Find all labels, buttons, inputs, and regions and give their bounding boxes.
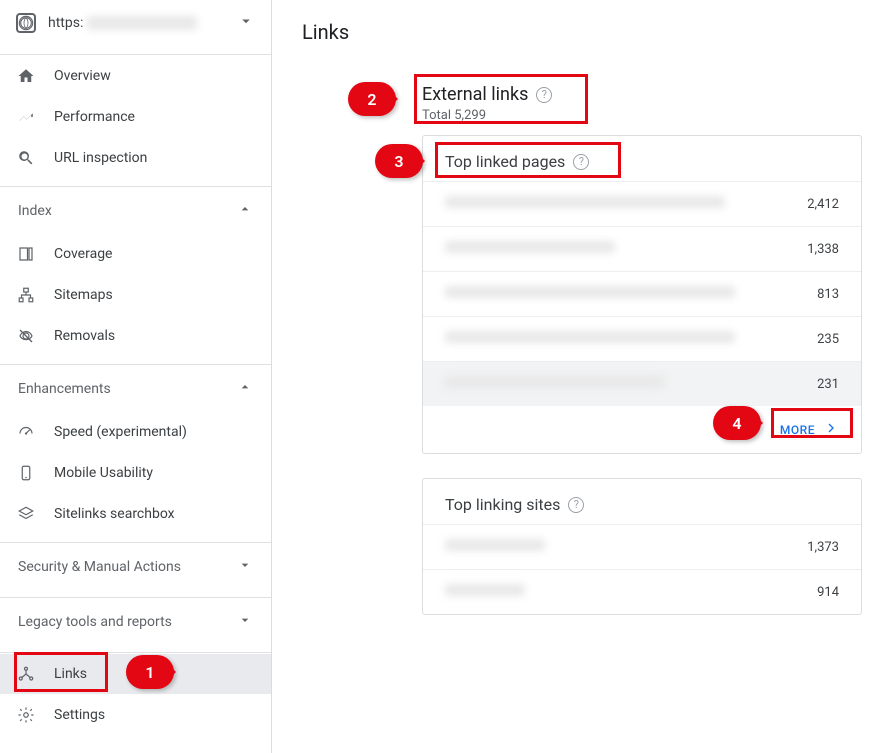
help-icon[interactable]: ?: [536, 87, 552, 103]
chevron-up-icon: [237, 201, 253, 221]
annotation-callout-2: 2: [348, 82, 396, 116]
chevron-down-icon: [237, 612, 253, 632]
sidebar-item-label: Removals: [54, 328, 115, 344]
group-header-index[interactable]: Index: [0, 187, 271, 233]
sidebar-item-coverage[interactable]: Coverage: [0, 234, 271, 274]
property-url: https:: [48, 15, 197, 31]
home-icon: [16, 66, 36, 86]
group-label: Security & Manual Actions: [18, 559, 181, 575]
top-linking-sites-card: Top linking sites ? 1,373 914: [422, 478, 862, 615]
property-selector[interactable]: https:: [0, 0, 271, 46]
linking-site-row[interactable]: 1,373: [423, 524, 861, 569]
group-label: Legacy tools and reports: [18, 614, 172, 630]
link-count: 813: [817, 287, 839, 302]
property-domain-blurred: [87, 16, 197, 30]
sidebar-item-performance[interactable]: Performance: [0, 97, 271, 137]
sidebar-item-label: Overview: [54, 68, 111, 84]
sidebar-item-label: Settings: [54, 707, 105, 723]
sidebar-item-overview[interactable]: Overview: [0, 56, 271, 96]
linked-page-row[interactable]: 235: [423, 316, 861, 361]
group-label: Enhancements: [18, 381, 111, 397]
property-icon: [16, 13, 36, 33]
gauge-icon: [16, 422, 36, 442]
external-links-title: External links: [422, 84, 528, 105]
sidebar-item-sitemaps[interactable]: Sitemaps: [0, 275, 271, 315]
external-links-total: Total 5,299: [422, 108, 870, 123]
linked-page-row[interactable]: 231: [423, 361, 861, 406]
link-count: 235: [817, 332, 839, 347]
sitemap-icon: [16, 285, 36, 305]
card-title: Top linking sites: [445, 495, 560, 514]
sidebar-item-speed[interactable]: Speed (experimental): [0, 412, 271, 452]
link-count: 1,373: [807, 540, 839, 555]
sidebar: https: Overview Performance URL inspecti…: [0, 0, 272, 753]
layers-icon: [16, 504, 36, 524]
sidebar-item-links[interactable]: Links: [0, 654, 271, 694]
dropdown-caret-icon: [237, 12, 255, 34]
sidebar-item-label: Sitemaps: [54, 287, 113, 303]
chevron-down-icon: [237, 557, 253, 577]
sidebar-item-label: Links: [54, 666, 87, 682]
links-icon: [16, 664, 36, 684]
linking-site-row[interactable]: 914: [423, 569, 861, 614]
sidebar-item-label: Speed (experimental): [54, 424, 187, 440]
annotation-callout-3: 3: [375, 144, 423, 178]
sidebar-item-label: Mobile Usability: [54, 465, 153, 481]
group-header-security[interactable]: Security & Manual Actions: [0, 543, 271, 589]
sidebar-item-label: Sitelinks searchbox: [54, 506, 175, 522]
help-icon[interactable]: ?: [568, 497, 584, 513]
more-label: MORE: [780, 423, 815, 437]
annotation-callout-4: 4: [713, 406, 761, 440]
phone-icon: [16, 463, 36, 483]
chevron-right-icon: [823, 420, 839, 439]
sidebar-item-mobile-usability[interactable]: Mobile Usability: [0, 453, 271, 493]
chevron-up-icon: [237, 379, 253, 399]
linked-page-row[interactable]: 2,412: [423, 181, 861, 226]
group-header-enhancements[interactable]: Enhancements: [0, 365, 271, 411]
group-header-legacy[interactable]: Legacy tools and reports: [0, 598, 271, 644]
sidebar-item-removals[interactable]: Removals: [0, 316, 271, 356]
trend-icon: [16, 107, 36, 127]
link-count: 231: [817, 377, 839, 392]
linked-page-row[interactable]: 813: [423, 271, 861, 316]
linked-page-row[interactable]: 1,338: [423, 226, 861, 271]
gear-icon: [16, 705, 36, 725]
coverage-icon: [16, 244, 36, 264]
divider: [0, 54, 271, 55]
main-content: Links External links ? Total 5,299 2 Top…: [272, 0, 880, 753]
more-button[interactable]: MORE: [774, 416, 845, 443]
page-title: Links: [302, 20, 870, 44]
eye-off-icon: [16, 326, 36, 346]
link-count: 914: [817, 585, 839, 600]
sidebar-item-label: URL inspection: [54, 150, 147, 166]
sidebar-item-label: Performance: [54, 109, 135, 125]
help-icon[interactable]: ?: [573, 154, 589, 170]
sidebar-item-url-inspection[interactable]: URL inspection: [0, 138, 271, 178]
group-label: Index: [18, 203, 52, 219]
sidebar-item-settings[interactable]: Settings: [0, 695, 271, 735]
link-count: 1,338: [807, 242, 839, 257]
link-count: 2,412: [807, 197, 839, 212]
card-title: Top linked pages: [445, 152, 565, 171]
search-icon: [16, 148, 36, 168]
top-linked-pages-card: Top linked pages ? 3 2,412 1,338 813 235: [422, 135, 862, 454]
sidebar-item-sitelinks[interactable]: Sitelinks searchbox: [0, 494, 271, 534]
sidebar-item-label: Coverage: [54, 246, 112, 262]
